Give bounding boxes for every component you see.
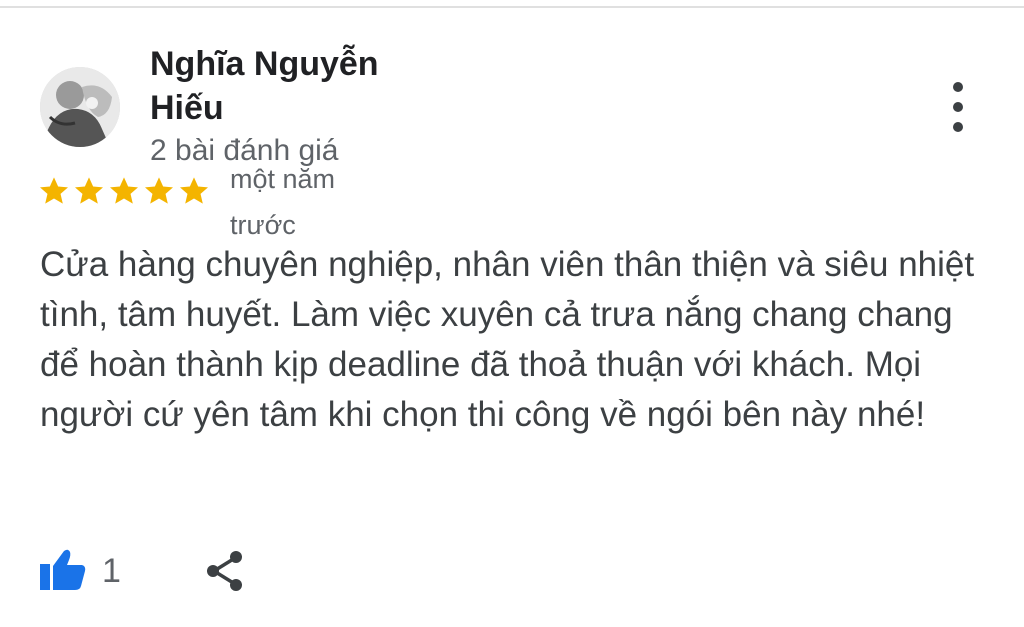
reviewer-avatar[interactable]: [40, 67, 120, 147]
more-vert-icon-dot: [953, 102, 963, 112]
top-divider: [0, 6, 1024, 8]
star-icon: [40, 177, 68, 204]
like-count: 1: [102, 552, 121, 590]
review-card: Nghĩa Nguyễn Hiếu 2 bài đánh giá một năm…: [0, 0, 1024, 627]
star-icon: [75, 177, 103, 204]
more-vert-icon: [953, 82, 963, 92]
review-date: một năm trước: [230, 164, 336, 240]
thumb-up-icon: [40, 549, 86, 590]
star-rating: [38, 175, 210, 215]
reviewer-name[interactable]: Nghĩa Nguyễn Hiếu: [150, 42, 450, 130]
star-icon: [110, 177, 138, 204]
share-button[interactable]: [203, 549, 247, 593]
star-icon: [145, 177, 173, 204]
star-icon: [180, 177, 208, 204]
like-button[interactable]: [38, 548, 88, 592]
more-options-button[interactable]: [940, 82, 976, 132]
review-text: Cửa hàng chuyên nghiệp, nhân viên thân t…: [40, 245, 975, 434]
share-icon: [207, 551, 242, 591]
more-vert-icon-dot: [953, 122, 963, 132]
